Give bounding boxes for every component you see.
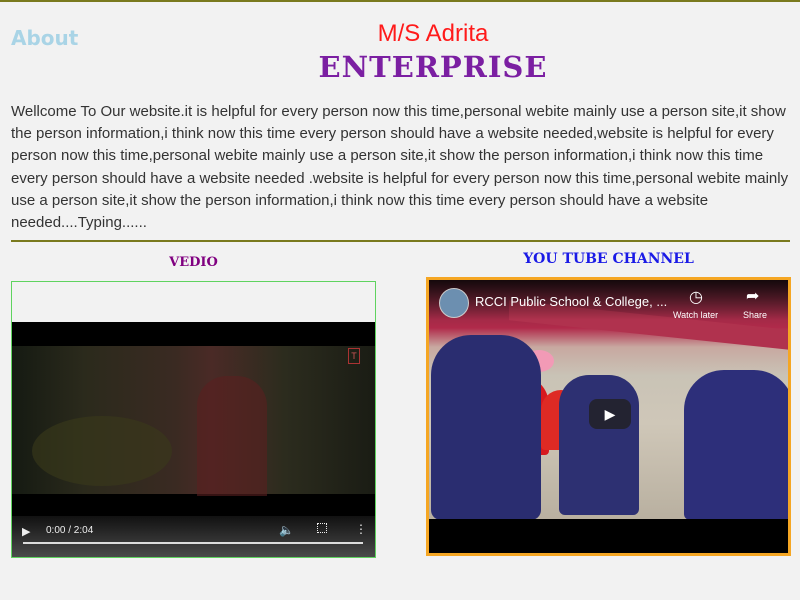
section-divider (11, 240, 790, 242)
volume-icon[interactable]: 🔈 (279, 523, 294, 537)
more-options-icon[interactable]: ⋮ (355, 522, 367, 536)
video-screen: T ▶ 0:00 / 2:04 🔈 ⋮ (12, 322, 375, 557)
video-logo-mark: T (348, 348, 360, 364)
youtube-embed[interactable]: RCCI Public School & College, ... ◷ Watc… (426, 277, 791, 556)
fullscreen-icon[interactable] (317, 523, 327, 533)
brand-subtitle: ENTERPRISE (318, 50, 548, 84)
youtube-header: RCCI Public School & College, ... ◷ Watc… (429, 280, 788, 320)
share-label[interactable]: Share (743, 310, 767, 320)
intro-paragraph: Wellcome To Our website.it is helpful fo… (11, 103, 789, 232)
youtube-play-icon[interactable]: ▶ (589, 399, 631, 429)
play-icon[interactable]: ▶ (22, 525, 30, 538)
thumbnail-figure (559, 375, 639, 515)
brand-name: M/S Adrita (377, 20, 489, 47)
video-frame (12, 346, 375, 496)
video-time: 0:00 / 2:04 (46, 525, 94, 536)
channel-avatar[interactable] (439, 288, 469, 318)
video-controls: ▶ 0:00 / 2:04 🔈 ⋮ (12, 516, 375, 557)
share-icon[interactable]: ➦ (746, 286, 759, 306)
video-player[interactable]: T ▶ 0:00 / 2:04 🔈 ⋮ (11, 281, 376, 558)
top-divider (0, 0, 800, 2)
video-section-title: VEDIO (169, 255, 218, 270)
video-progress-track[interactable] (23, 542, 363, 544)
watch-later-label[interactable]: Watch later (673, 310, 718, 320)
youtube-video-title[interactable]: RCCI Public School & College, ... (475, 294, 675, 309)
thumbnail-figure (684, 370, 788, 519)
thumbnail-figure (431, 335, 541, 519)
youtube-section-title: YOU TUBE CHANNEL (523, 251, 694, 267)
clock-icon[interactable]: ◷ (689, 287, 703, 307)
